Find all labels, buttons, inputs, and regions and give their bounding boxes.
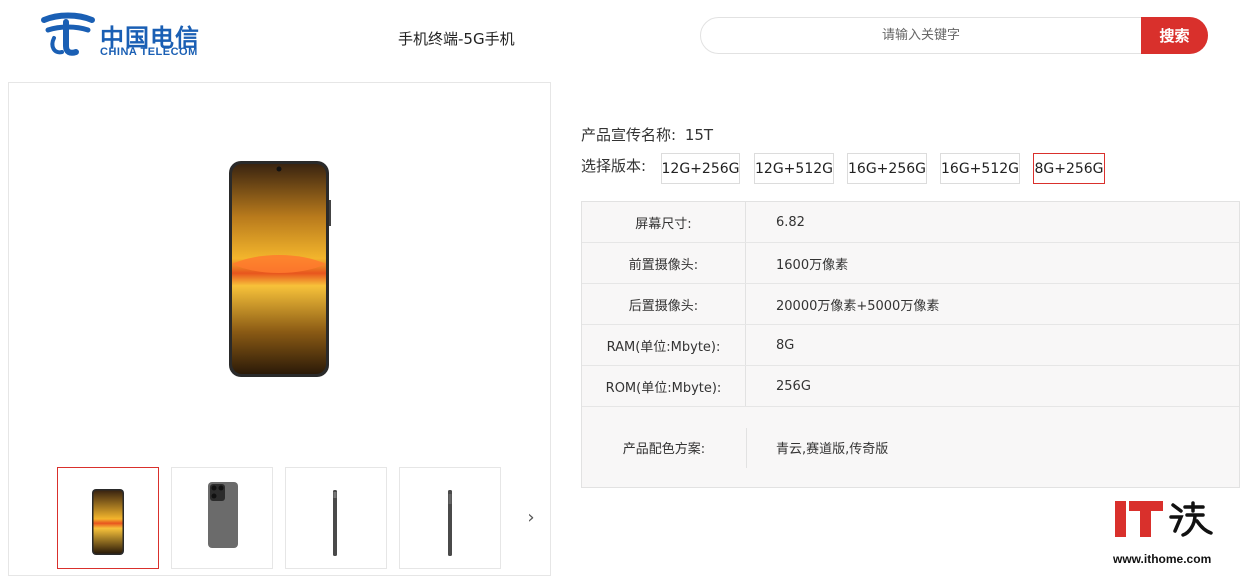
version-option-12g-512g[interactable]: 12G+512G xyxy=(754,153,834,184)
divider xyxy=(746,428,747,468)
watermark-url: www.ithome.com xyxy=(1113,552,1212,566)
thumbnail-side-alt[interactable] xyxy=(399,467,501,569)
thumbnail-front[interactable] xyxy=(57,467,159,569)
table-row: 前置摄像头: 1600万像素 xyxy=(582,243,1239,284)
search-bar: 搜索 xyxy=(700,17,1208,54)
search-input[interactable] xyxy=(701,18,1141,53)
promo-label: 产品宣传名称: xyxy=(581,126,677,144)
table-row: 屏幕尺寸: 6.82 xyxy=(582,202,1239,243)
spec-value: 20000万像素+5000万像素 xyxy=(776,298,940,314)
spec-value: 6.82 xyxy=(776,214,805,230)
promo-value: 15T xyxy=(684,126,714,144)
table-row: 后置摄像头: 20000万像素+5000万像素 xyxy=(582,284,1239,325)
chevron-right-icon[interactable]: › xyxy=(521,508,541,528)
product-promo-name: 产品宣传名称: 15T xyxy=(581,124,713,145)
logo-english-text: CHINA TELECOM xyxy=(100,46,198,58)
spec-key: 产品配色方案: xyxy=(622,441,706,457)
spec-key: ROM(单位:Mbyte): xyxy=(582,366,746,406)
search-button[interactable]: 搜索 xyxy=(1141,17,1208,54)
page-title: 手机终端-5G手机 xyxy=(398,30,515,48)
spec-key: RAM(单位:Mbyte): xyxy=(582,325,746,365)
version-option-8g-256g[interactable]: 8G+256G xyxy=(1033,153,1105,184)
china-telecom-logo[interactable]: 中国电信 CHINA TELECOM xyxy=(40,12,220,62)
ithome-logo-icon xyxy=(1115,501,1213,537)
product-gallery: › xyxy=(8,82,551,576)
table-row: ROM(单位:Mbyte): 256G xyxy=(582,366,1239,407)
version-label: 选择版本: xyxy=(581,157,647,175)
spec-value: 青云,赛道版,传奇版 xyxy=(776,441,889,457)
spec-value: 256G xyxy=(776,378,811,394)
version-option-12g-256g[interactable]: 12G+256G xyxy=(661,153,740,184)
spec-table: 屏幕尺寸: 6.82 前置摄像头: 1600万像素 后置摄像头: 20000万像… xyxy=(581,201,1240,488)
version-option-16g-256g[interactable]: 16G+256G xyxy=(847,153,927,184)
table-row: RAM(单位:Mbyte): 8G xyxy=(582,325,1239,366)
spec-value: 1600万像素 xyxy=(776,257,849,273)
spec-key: 屏幕尺寸: xyxy=(582,202,746,242)
main-product-image xyxy=(228,160,332,382)
ithome-watermark: www.ithome.com xyxy=(1113,499,1233,569)
spec-key: 前置摄像头: xyxy=(582,243,746,283)
version-option-16g-512g[interactable]: 16G+512G xyxy=(940,153,1020,184)
table-row: 产品配色方案: 青云,赛道版,传奇版 xyxy=(582,407,1239,487)
spec-key: 后置摄像头: xyxy=(582,284,746,324)
thumbnail-back[interactable] xyxy=(171,467,273,569)
thumbnail-side[interactable] xyxy=(285,467,387,569)
telecom-swirl-icon xyxy=(41,12,95,56)
spec-value: 8G xyxy=(776,337,795,353)
